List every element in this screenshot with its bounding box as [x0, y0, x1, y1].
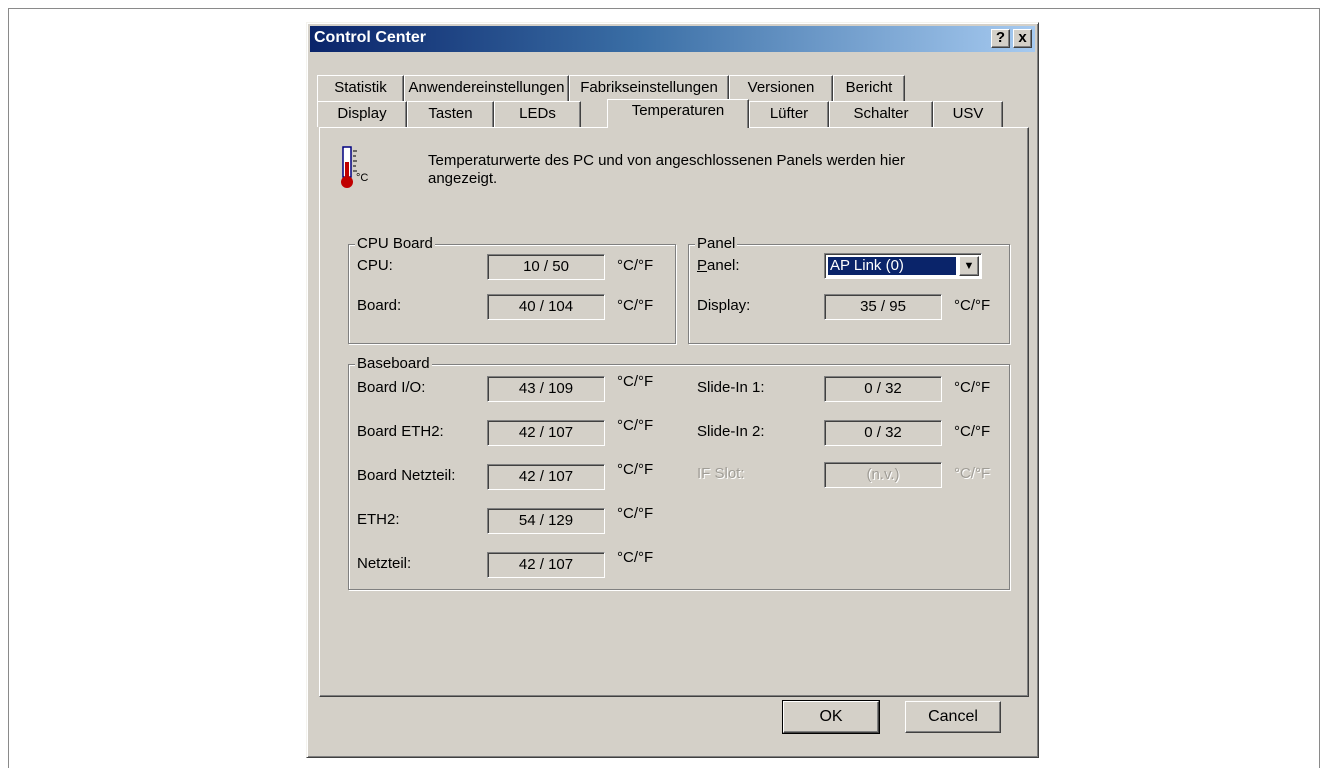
slide-in-2-unit: °C/°F	[954, 423, 991, 440]
tab-leds[interactable]: LEDs	[494, 101, 581, 127]
board-temp-value: 40 / 104	[487, 294, 605, 320]
tab-schalter[interactable]: Schalter	[829, 101, 933, 127]
baseboard-group: Baseboard Board I/O: 43 / 109 °C/°F Boar…	[348, 355, 1010, 590]
board-unit: °C/°F	[617, 297, 654, 314]
netzteil-unit: °C/°F	[617, 549, 654, 566]
netzteil-label: Netzteil:	[357, 555, 412, 572]
tab-fabrikseinstellungen[interactable]: Fabrikseinstellungen	[569, 75, 729, 101]
tab-luefter[interactable]: Lüfter	[749, 101, 829, 127]
board-eth2-unit: °C/°F	[617, 417, 654, 434]
display-label: Display:	[697, 297, 751, 314]
eth2-label: ETH2:	[357, 511, 400, 528]
panel-group: Panel Panel: AP Link (0) ▼ Display: 35 /…	[688, 235, 1010, 344]
slide-in-2-value: 0 / 32	[824, 420, 942, 446]
if-slot-value: (n.v.)	[824, 462, 942, 488]
slide-in-1-label: Slide-In 1:	[697, 379, 765, 396]
eth2-unit: °C/°F	[617, 505, 654, 522]
panel-select[interactable]: AP Link (0) ▼	[824, 253, 982, 279]
tab-anwendereinstellungen[interactable]: Anwendereinstellungen	[404, 75, 569, 101]
slide-in-1-value: 0 / 32	[824, 376, 942, 402]
cpu-board-group: CPU Board CPU: 10 / 50 °C/°F Board: 40 /…	[348, 235, 676, 344]
board-eth2-label: Board ETH2:	[357, 423, 444, 440]
cancel-button[interactable]: Cancel	[905, 701, 1001, 733]
help-button[interactable]: ?	[991, 29, 1010, 48]
display-temp-value: 35 / 95	[824, 294, 942, 320]
board-label: Board:	[357, 297, 402, 314]
ok-button[interactable]: OK	[782, 700, 880, 734]
tab-statistik[interactable]: Statistik	[317, 75, 404, 101]
tab-temperaturen[interactable]: Temperaturen	[607, 99, 749, 128]
dropdown-arrow-icon[interactable]: ▼	[959, 256, 979, 276]
display-unit: °C/°F	[954, 297, 991, 314]
if-slot-label: IF Slot:	[697, 465, 745, 482]
cpu-label: CPU:	[357, 257, 393, 274]
eth2-value: 54 / 129	[487, 508, 605, 534]
board-io-label: Board I/O:	[357, 379, 426, 396]
intro-line-1: Temperaturwerte des PC und von angeschlo…	[428, 152, 905, 169]
cpu-temp-value: 10 / 50	[487, 254, 605, 280]
slide-in-2-label: Slide-In 2:	[697, 423, 765, 440]
temperaturen-panel: °C Temperaturwerte des PC und von angesc…	[319, 127, 1029, 697]
panel-label: Panel:	[697, 257, 740, 274]
cpu-unit: °C/°F	[617, 257, 654, 274]
window-title: Control Center	[314, 29, 426, 46]
tab-display[interactable]: Display	[317, 101, 407, 127]
tab-bericht[interactable]: Bericht	[833, 75, 905, 101]
baseboard-title: Baseboard	[355, 355, 432, 372]
panel-select-value: AP Link (0)	[828, 257, 956, 275]
board-eth2-value: 42 / 107	[487, 420, 605, 446]
board-netzteil-unit: °C/°F	[617, 461, 654, 478]
panel-group-title: Panel	[695, 235, 738, 252]
cpu-board-title: CPU Board	[355, 235, 435, 252]
icon-unit-label: °C	[356, 172, 369, 184]
if-slot-unit: °C/°F	[954, 465, 991, 482]
title-bar[interactable]: Control Center ? x	[310, 26, 1035, 52]
control-center-dialog: Control Center ? x Statistik Anwenderein…	[306, 22, 1039, 758]
board-netzteil-label: Board Netzteil:	[357, 467, 456, 484]
intro-line-2: angezeigt.	[428, 170, 498, 187]
netzteil-value: 42 / 107	[487, 552, 605, 578]
tab-usv[interactable]: USV	[933, 101, 1003, 127]
close-button[interactable]: x	[1013, 29, 1032, 48]
board-io-unit: °C/°F	[617, 373, 654, 390]
slide-in-1-unit: °C/°F	[954, 379, 991, 396]
board-io-value: 43 / 109	[487, 376, 605, 402]
tab-versionen[interactable]: Versionen	[729, 75, 833, 101]
board-netzteil-value: 42 / 107	[487, 464, 605, 490]
tab-tasten[interactable]: Tasten	[407, 101, 494, 127]
